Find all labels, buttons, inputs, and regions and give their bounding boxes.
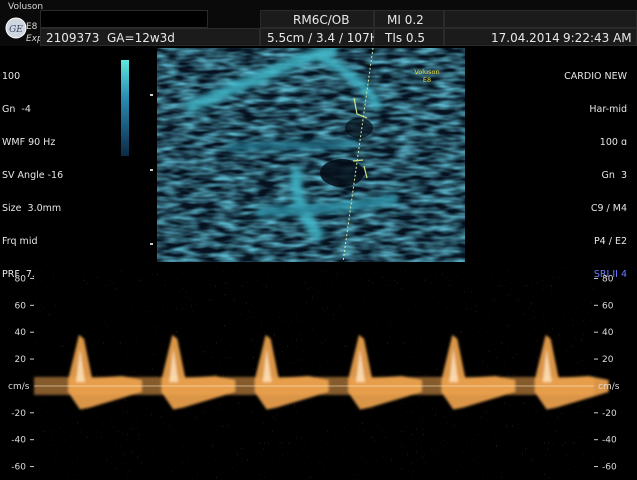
lock-icon: ɑ [620,137,627,148]
velocity-tick-label: 60 [602,301,614,311]
svg-text:GE: GE [9,25,23,35]
velocity-tick-label: -60 [11,463,26,473]
gestational-age: GA=12w3d [107,31,175,45]
param-line: Size 3.0mm [2,203,62,214]
param-line: P4 / E2 [593,236,627,247]
patient-id: 2109373 [46,31,100,45]
velocity-tick-label: 40 [15,328,27,338]
velocity-tick-label: -40 [602,436,617,446]
param-line: Gn 3 [601,170,627,181]
cardiac-chamber [345,118,373,138]
brand-name: Voluson [8,2,44,12]
exam-date: 17.04.2014 [491,31,560,45]
velocity-tick-label: -60 [602,463,617,473]
doppler-spectrum: 80 60 40 20 -20 -40 -60 80 60 40 20 -20 -40 -60 cm/s… [8,265,620,480]
velocity-unit-left: cm/s [8,382,30,392]
depth-freq-cell: 5.5cm / 3.4 / 107Hz [260,28,385,46]
brand-model: E8 [26,22,38,32]
param-line: Har-mid [589,104,627,115]
bmode-image: Voluson E8 [157,48,465,262]
param-line: Frq mid [2,236,38,247]
status-header: GE Voluson E8 Exp 2109373 GA=12w3d RM6C/… [0,0,637,46]
velocity-tick-label: -20 [602,409,617,419]
param-line: SV Angle -16 [2,170,64,181]
velocity-tick-label: -40 [11,436,26,446]
patient-name-field [40,10,208,28]
color-scale-bar [121,60,129,156]
spectrum-noise [34,265,594,480]
probe-name: RM6C/OB [293,13,350,27]
mechanical-index: MI 0.2 [387,13,424,27]
watermark-line1: Voluson [414,68,439,76]
velocity-tick-label: 40 [602,328,614,338]
param-line: WMF 90 Hz [2,137,56,148]
cardiac-chamber [320,159,364,187]
depth-tick [150,169,153,171]
param-line: C9 / M4 [590,203,627,214]
tis-cell: TIs 0.5 [374,28,444,46]
param-line: 100 [2,71,21,82]
watermark-line2: E8 [423,76,431,84]
param-line: 100 ɑ [599,137,627,148]
patient-info-cell: 2109373 GA=12w3d [40,28,260,46]
velocity-tick-label: 20 [15,355,27,365]
velocity-unit-right: cm/s [598,382,620,392]
probe-cell: RM6C/OB [260,10,374,28]
velocity-tick-label: 20 [602,355,614,365]
velocity-tick-label: 60 [15,301,27,311]
param-line: Gn -4 [2,104,31,115]
depth-tick [150,243,153,245]
datetime-cell: 17.04.2014 9:22:43 AM [444,28,637,46]
color-doppler-params: 100 Gn -4 WMF 90 Hz SV Angle -16 Size 3.… [2,49,63,291]
mi-cell: MI 0.2 [374,10,444,28]
param-line: CARDIO NEW [564,71,627,82]
depth-frequency: 5.5cm / 3.4 / 107Hz [267,31,386,45]
thermal-index: TIs 0.5 [385,31,426,45]
velocity-axis-left: 80 60 40 20 -20 -40 -60 [11,274,34,473]
blank-cell [444,10,637,28]
depth-tick [150,94,153,96]
velocity-tick-label: 80 [15,274,27,284]
velocity-axis-right: 80 60 40 20 -20 -40 -60 [594,274,617,473]
bmode-params: CARDIO NEW Har-mid 100 ɑ Gn 3 C9 / M4 P4… [507,49,627,291]
exam-time: 9:22:43 AM [563,31,632,45]
velocity-tick-label: -20 [11,409,26,419]
velocity-tick-label: 80 [602,274,614,284]
